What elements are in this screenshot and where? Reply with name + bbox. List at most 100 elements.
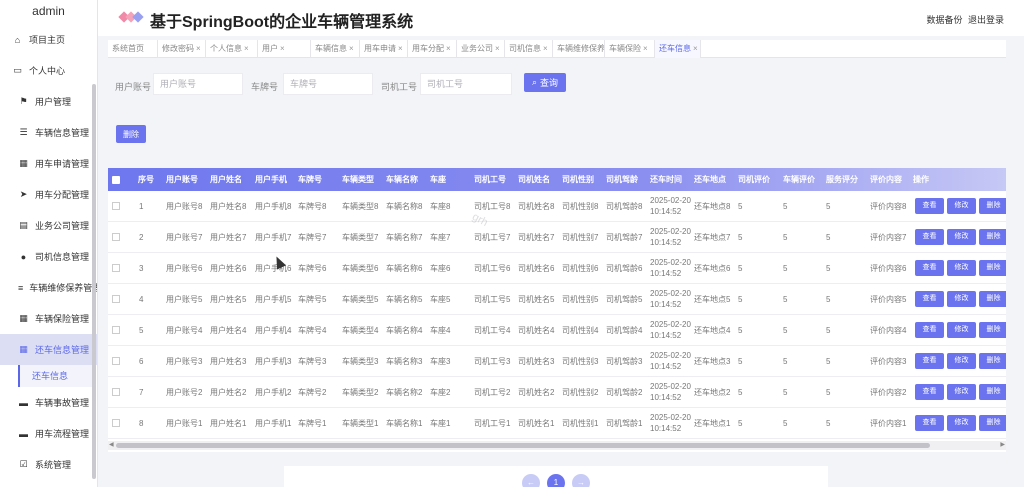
view-button[interactable]: 查看: [915, 291, 944, 307]
edit-button[interactable]: 修改: [947, 198, 976, 214]
column-header[interactable]: 用户手机: [255, 168, 287, 191]
delete-button[interactable]: 删除: [979, 415, 1006, 431]
row-checkbox[interactable]: [112, 419, 120, 427]
sidebar-item-8[interactable]: ≡ 车辆维修保养管理: [0, 272, 97, 303]
sidebar-item-6[interactable]: ▤ 业务公司管理: [0, 210, 97, 241]
delete-button[interactable]: 删除: [979, 353, 1006, 369]
select-all-checkbox[interactable]: [112, 176, 120, 184]
row-checkbox[interactable]: [112, 233, 120, 241]
delete-button[interactable]: 删除: [979, 260, 1006, 276]
tab-9[interactable]: 车辆维修保养: [553, 40, 605, 58]
tab-1[interactable]: 修改密码 ×: [158, 40, 206, 58]
view-button[interactable]: 查看: [915, 353, 944, 369]
edit-button[interactable]: 修改: [947, 415, 976, 431]
close-icon[interactable]: ×: [244, 44, 249, 53]
sidebar-item-9[interactable]: ▦ 车辆保险管理: [0, 303, 97, 334]
tab-8[interactable]: 司机信息 ×: [505, 40, 553, 58]
close-icon[interactable]: ×: [693, 44, 698, 53]
prev-page-button[interactable]: ←: [522, 474, 540, 487]
column-header[interactable]: 车座: [430, 168, 446, 191]
tab-7[interactable]: 业务公司 ×: [457, 40, 505, 58]
tab-4[interactable]: 车辆信息 ×: [311, 40, 360, 58]
sidebar-subitem-return-info[interactable]: 还车信息: [18, 365, 93, 387]
edit-button[interactable]: 修改: [947, 291, 976, 307]
sidebar-item-7[interactable]: ● 司机信息管理: [0, 241, 97, 272]
delete-button[interactable]: 删除: [979, 384, 1006, 400]
logout-link[interactable]: 退出登录: [968, 15, 1004, 25]
delete-button[interactable]: 删除: [979, 198, 1006, 214]
sidebar-item-1[interactable]: ▭ 个人中心: [0, 55, 97, 86]
close-icon[interactable]: ×: [349, 44, 354, 53]
column-header[interactable]: 司机评价: [738, 168, 770, 191]
view-button[interactable]: 查看: [915, 322, 944, 338]
view-button[interactable]: 查看: [915, 198, 944, 214]
sidebar-item-13[interactable]: ☑ 系统管理: [0, 449, 97, 480]
page-number-button[interactable]: 1: [547, 474, 565, 487]
edit-button[interactable]: 修改: [947, 229, 976, 245]
search-button[interactable]: ⌕ 查询: [524, 73, 566, 92]
column-header[interactable]: 还车地点: [694, 168, 726, 191]
column-header[interactable]: 服务评分: [826, 168, 858, 191]
row-checkbox[interactable]: [112, 326, 120, 334]
close-icon[interactable]: ×: [446, 44, 451, 53]
edit-button[interactable]: 修改: [947, 384, 976, 400]
column-header[interactable]: 车辆名称: [386, 168, 418, 191]
delete-button[interactable]: 删除: [979, 229, 1006, 245]
user-account-input[interactable]: [153, 73, 243, 95]
scroll-right-icon[interactable]: ▶: [1000, 441, 1005, 450]
row-checkbox[interactable]: [112, 357, 120, 365]
delete-button[interactable]: 删除: [979, 291, 1006, 307]
close-icon[interactable]: ×: [196, 44, 201, 53]
column-header[interactable]: 用户姓名: [210, 168, 242, 191]
horizontal-scrollbar[interactable]: ◀ ▶: [108, 441, 1006, 450]
scroll-thumb[interactable]: [116, 443, 930, 448]
tab-11[interactable]: 还车信息 ×: [655, 40, 701, 58]
row-checkbox[interactable]: [112, 264, 120, 272]
batch-delete-button[interactable]: 删除: [116, 125, 146, 143]
edit-button[interactable]: 修改: [947, 353, 976, 369]
sidebar-scrollbar[interactable]: [92, 84, 96, 479]
column-header[interactable]: 司机工号: [474, 168, 506, 191]
column-header[interactable]: 司机性别: [562, 168, 594, 191]
row-checkbox[interactable]: [112, 295, 120, 303]
scroll-left-icon[interactable]: ◀: [109, 441, 114, 450]
close-icon[interactable]: ×: [543, 44, 548, 53]
tab-5[interactable]: 用车申请 ×: [360, 40, 408, 58]
delete-button[interactable]: 删除: [979, 322, 1006, 338]
column-header[interactable]: 司机驾龄: [606, 168, 638, 191]
column-header[interactable]: 用户账号: [166, 168, 198, 191]
edit-button[interactable]: 修改: [947, 260, 976, 276]
column-header[interactable]: 还车时间: [650, 168, 682, 191]
edit-button[interactable]: 修改: [947, 322, 976, 338]
sidebar-item-4[interactable]: ▦ 用车申请管理: [0, 148, 97, 179]
tab-6[interactable]: 用车分配 ×: [408, 40, 457, 58]
sidebar-item-0[interactable]: ⌂ 项目主页: [0, 24, 97, 55]
next-page-button[interactable]: →: [572, 474, 590, 487]
row-checkbox[interactable]: [112, 388, 120, 396]
close-icon[interactable]: ×: [495, 44, 500, 53]
close-icon[interactable]: ×: [280, 44, 285, 53]
sidebar-item-11[interactable]: ▬ 车辆事故管理: [0, 387, 97, 418]
view-button[interactable]: 查看: [915, 415, 944, 431]
view-button[interactable]: 查看: [915, 384, 944, 400]
column-header[interactable]: 司机姓名: [518, 168, 550, 191]
plate-input[interactable]: [283, 73, 373, 95]
tab-0[interactable]: 系统首页: [108, 40, 158, 58]
tab-10[interactable]: 车辆保险 ×: [605, 40, 655, 58]
sidebar-item-2[interactable]: ⚑ 用户管理: [0, 86, 97, 117]
data-backup-link[interactable]: 数据备份: [926, 15, 962, 25]
tab-2[interactable]: 个人信息 ×: [206, 40, 258, 58]
sidebar-item-12[interactable]: ▬ 用车流程管理: [0, 418, 97, 449]
sidebar-item-10[interactable]: ▦ 还车信息管理: [0, 334, 97, 365]
driver-id-input[interactable]: [420, 73, 512, 95]
column-header[interactable]: 车牌号: [298, 168, 322, 191]
close-icon[interactable]: ×: [643, 44, 648, 53]
close-icon[interactable]: ×: [398, 44, 403, 53]
column-header[interactable]: 评价内容: [870, 168, 902, 191]
row-checkbox[interactable]: [112, 202, 120, 210]
sidebar-item-5[interactable]: ➤ 用车分配管理: [0, 179, 97, 210]
column-header[interactable]: 序号: [138, 168, 154, 191]
tab-3[interactable]: 用户 ×: [258, 40, 311, 58]
column-header[interactable]: 车辆评价: [783, 168, 815, 191]
view-button[interactable]: 查看: [915, 260, 944, 276]
